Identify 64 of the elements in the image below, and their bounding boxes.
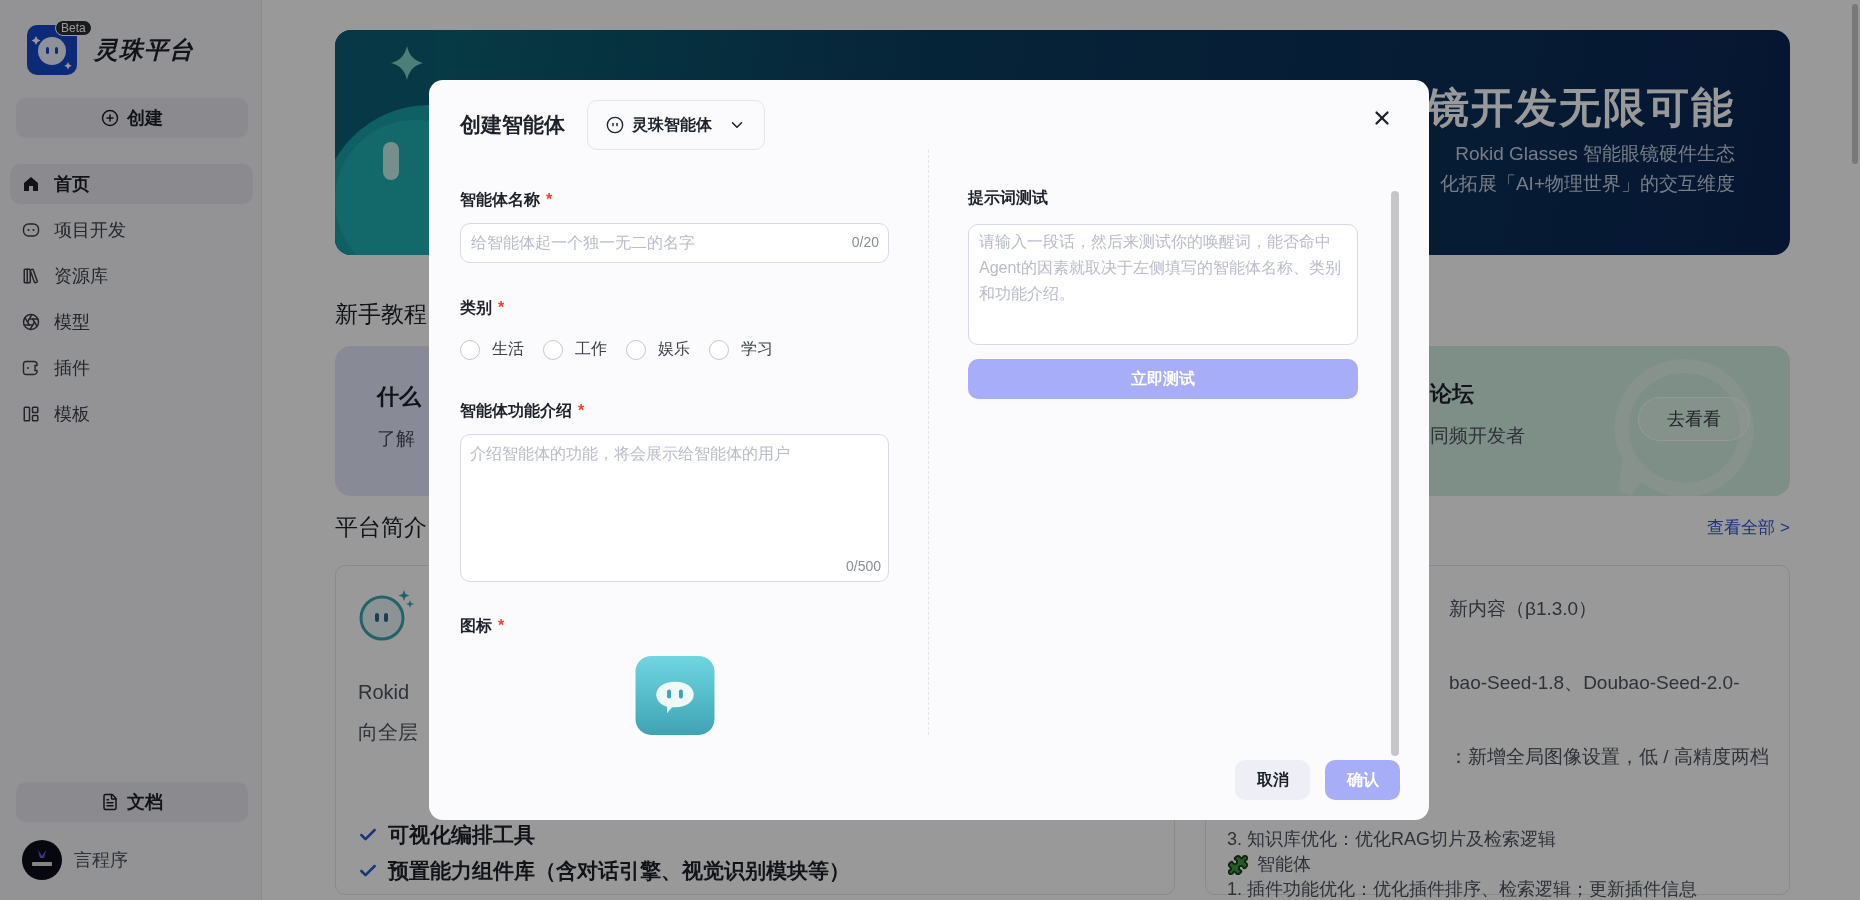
card-title: 什么 [377, 383, 421, 411]
create-button[interactable]: 创建 [16, 98, 248, 138]
chat-bubble-icon[interactable] [634, 656, 715, 735]
intro-text: 向全层 [358, 720, 418, 745]
update-text: bao-Seed-1.8、Doubao-Seed-2.0- [1448, 671, 1741, 695]
updates-title: 新内容（β1.3.0） [1448, 597, 1599, 621]
scrollbar[interactable] [1852, 4, 1858, 164]
user-name: 言程序 [74, 849, 128, 872]
radio-option[interactable]: 娱乐 [626, 339, 690, 360]
radio-button[interactable] [460, 339, 480, 360]
robot-face-icon [22, 221, 40, 239]
feature-text: 可视化编排工具 [388, 822, 535, 848]
nav-item[interactable]: 资源库 [10, 256, 253, 296]
agent-type-select[interactable]: 灵珠智能体 [587, 100, 765, 150]
beta-badge: Beta [55, 20, 92, 36]
banner-text: 化拓展「AI+物理世界」的交互维度 [1439, 172, 1735, 196]
radio-option[interactable]: 学习 [709, 339, 773, 360]
banner-text: Rokid Glasses 智能眼镜硬件生态 [1455, 142, 1735, 166]
field-label: 智能体名称 * [460, 190, 554, 210]
docs-button[interactable]: 文档 [16, 782, 248, 822]
view-all-link[interactable]: 查看全部 > [1707, 516, 1790, 539]
nav-item[interactable]: 首页 [10, 164, 253, 204]
avatar [22, 840, 62, 880]
puzzle-icon [1227, 853, 1249, 876]
radio-button[interactable] [709, 339, 729, 360]
feature-text: 预置能力组件库（含对话引擎、视觉识别模块等） [388, 858, 850, 884]
field-label: 智能体功能介绍 * [460, 401, 586, 421]
update-section: 智能体 [1257, 852, 1311, 877]
field-label: 类别 * [460, 298, 506, 318]
update-text: ：新增全局图像设置，低 / 高精度两档 [1448, 745, 1770, 769]
nav-item[interactable]: 模型 [10, 302, 253, 342]
nav-item[interactable]: 项目开发 [10, 210, 253, 250]
logo-text: 灵珠平台 [94, 35, 194, 65]
nav-item[interactable]: 模板 [10, 394, 253, 434]
radio-button[interactable] [543, 339, 563, 360]
layout-icon [22, 405, 40, 423]
radio-option[interactable]: 工作 [543, 339, 607, 360]
robot-icon [358, 588, 414, 642]
document-icon [101, 793, 119, 811]
radio-button[interactable] [626, 339, 646, 360]
scrollbar[interactable] [1391, 191, 1399, 756]
banner-title: 镜开发无限可能 [1427, 83, 1735, 133]
radio-option[interactable]: 生活 [460, 339, 524, 360]
intro-text: Rokid [358, 680, 410, 705]
library-icon [22, 267, 40, 285]
field-label: 图标 * [460, 616, 506, 637]
plugin-icon [22, 359, 40, 377]
section-heading: 新手教程 [335, 300, 427, 329]
field-label: 提示词测试 [968, 188, 1049, 208]
nav-item[interactable]: 插件 [10, 348, 253, 388]
face-icon [606, 116, 624, 134]
section-heading: 平台简介 [335, 513, 427, 542]
update-text: 1. 插件功能优化：优化插件排序、检索逻辑；更新插件信息 [1227, 878, 1697, 900]
dialog-title: 创建智能体 [460, 112, 565, 138]
update-text: 3. 知识库优化：优化RAG切片及检索逻辑 [1227, 828, 1557, 851]
card-subtitle: 同频开发者 [1430, 424, 1525, 448]
plus-circle-icon [101, 109, 119, 127]
aperture-icon [22, 313, 40, 331]
home-icon [22, 175, 40, 193]
char-counter: 0/500 [845, 558, 881, 575]
card-title: 论坛 [1430, 380, 1474, 408]
cancel-button[interactable]: 取消 [1235, 760, 1310, 800]
card-subtitle: 了解 [377, 427, 415, 451]
char-counter: 0/20 [851, 234, 879, 250]
